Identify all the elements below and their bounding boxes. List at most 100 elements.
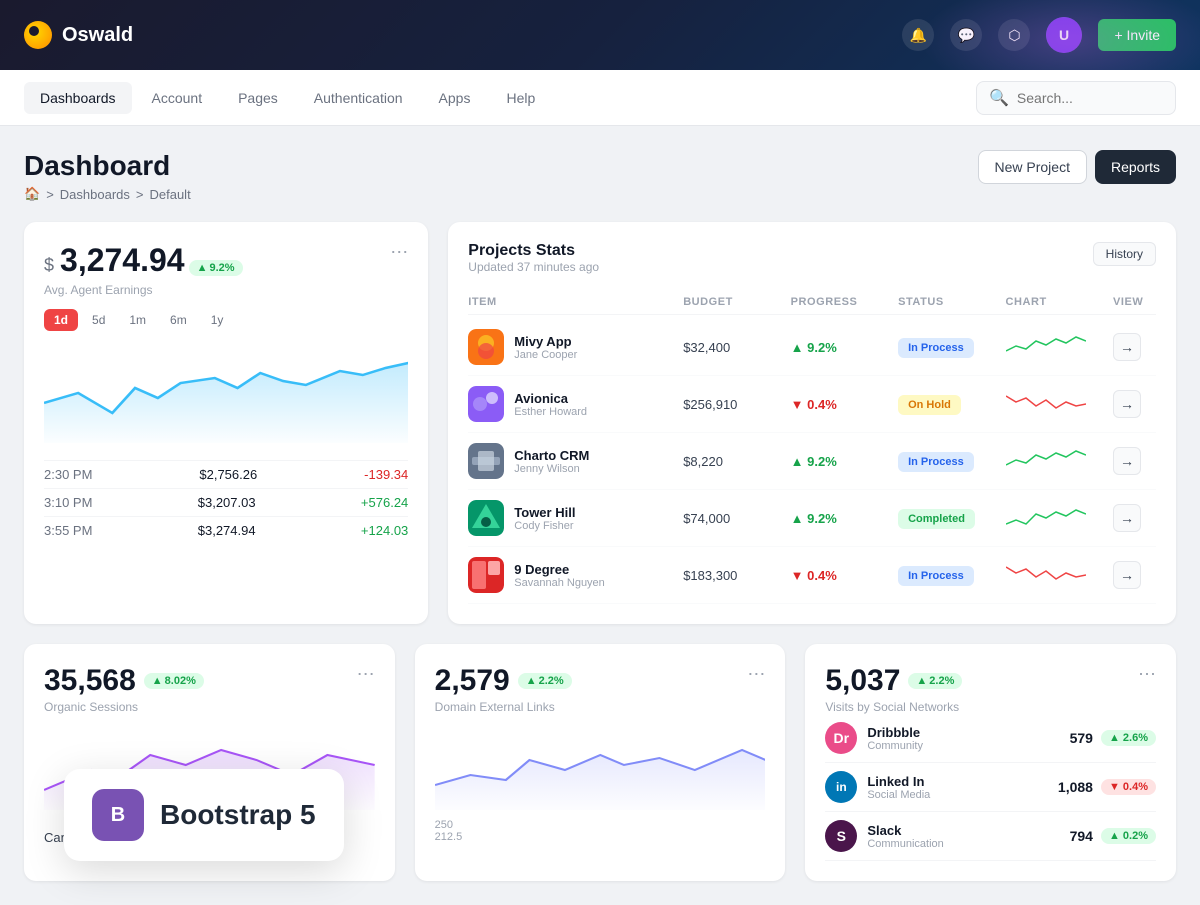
- project-name-avionica: Avionica Esther Howard: [514, 391, 587, 418]
- filter-5d[interactable]: 5d: [82, 309, 115, 331]
- budget-tower: $74,000: [683, 511, 790, 526]
- col-budget: BUDGET: [683, 296, 790, 308]
- earnings-info: $ 3,274.94 ▲ 9.2% Avg. Agent Earnings: [44, 242, 243, 297]
- earnings-row-1: 2:30 PM $2,756.26 -139.34: [44, 460, 408, 488]
- view-9degree-button[interactable]: →: [1113, 561, 1141, 589]
- domain-links-value: 2,579: [435, 664, 510, 698]
- project-name-mivy: Mivy App Jane Cooper: [514, 334, 577, 361]
- reports-button[interactable]: Reports: [1095, 150, 1176, 184]
- domain-links-info: 2,579 ▲ 2.2% Domain External Links: [435, 664, 572, 714]
- project-icon-tower: [468, 500, 504, 536]
- page-title: Dashboard: [24, 150, 191, 182]
- project-row-charto: Charto CRM Jenny Wilson $8,220 ▲ 9.2% In…: [468, 433, 1156, 490]
- amount-3: $3,274.94: [198, 523, 256, 538]
- project-icon-9degree: [468, 557, 504, 593]
- chart-9degree: [1006, 559, 1113, 592]
- social-networks-card: 5,037 ▲ 2.2% Visits by Social Networks ⋯…: [805, 644, 1176, 881]
- linkedin-type: Social Media: [867, 789, 930, 801]
- slack-type: Communication: [867, 838, 943, 850]
- change-1: -139.34: [364, 467, 408, 482]
- time-3: 3:55 PM: [44, 523, 92, 538]
- logo: Oswald: [24, 21, 133, 49]
- earnings-data-rows: 2:30 PM $2,756.26 -139.34 3:10 PM $3,207…: [44, 460, 408, 544]
- project-row-9degree: 9 Degree Savannah Nguyen $183,300 ▼ 0.4%…: [468, 547, 1156, 604]
- social-networks-info: 5,037 ▲ 2.2% Visits by Social Networks: [825, 664, 962, 714]
- view-charto-button[interactable]: →: [1113, 447, 1141, 475]
- projects-table-header: ITEM BUDGET PROGRESS STATUS CHART VIEW: [468, 290, 1156, 315]
- progress-9degree: ▼ 0.4%: [791, 568, 898, 583]
- dribbble-type: Community: [867, 740, 923, 752]
- social-networks-more[interactable]: ⋯: [1138, 664, 1156, 685]
- view-mivy-button[interactable]: →: [1113, 333, 1141, 361]
- project-name-tower: Tower Hill Cody Fisher: [514, 505, 575, 532]
- svg-text:U: U: [1059, 27, 1069, 43]
- chart-charto: [1006, 445, 1113, 478]
- share-icon[interactable]: ⬡: [998, 19, 1030, 51]
- nav-apps[interactable]: Apps: [423, 82, 487, 114]
- filter-1d[interactable]: 1d: [44, 309, 78, 331]
- organic-sessions-more[interactable]: ⋯: [357, 664, 375, 685]
- time-1: 2:30 PM: [44, 467, 92, 482]
- project-row-tower: Tower Hill Cody Fisher $74,000 ▲ 9.2% Co…: [468, 490, 1156, 547]
- search-area: 🔍: [976, 81, 1176, 115]
- history-button[interactable]: History: [1093, 242, 1156, 266]
- social-networks-label: Visits by Social Networks: [825, 700, 962, 714]
- project-info-charto: Charto CRM Jenny Wilson: [468, 443, 683, 479]
- filter-6m[interactable]: 6m: [160, 309, 197, 331]
- projects-title-section: Projects Stats Updated 37 minutes ago: [468, 242, 599, 274]
- domain-links-chart: [435, 730, 766, 815]
- project-info-tower: Tower Hill Cody Fisher: [468, 500, 683, 536]
- col-status: STATUS: [898, 296, 1005, 308]
- more-options-button[interactable]: ⋯: [390, 242, 408, 263]
- messages-icon[interactable]: 💬: [950, 19, 982, 51]
- search-input[interactable]: [1017, 90, 1163, 106]
- status-9degree: In Process: [898, 566, 1005, 584]
- view-tower-button[interactable]: →: [1113, 504, 1141, 532]
- top-bar: Oswald 🔔 💬 ⬡ U + Invite: [0, 0, 1200, 70]
- filter-1y[interactable]: 1y: [201, 309, 234, 331]
- domain-links-label: Domain External Links: [435, 700, 572, 714]
- social-left-dribbble: Dr Dribbble Community: [825, 722, 923, 754]
- earnings-chart: [44, 343, 408, 448]
- avatar[interactable]: U: [1046, 17, 1082, 53]
- social-row-linkedin: in Linked In Social Media 1,088 ▼ 0.4%: [825, 763, 1156, 812]
- organic-sessions-header: 35,568 ▲ 8.02% Organic Sessions ⋯: [44, 664, 375, 714]
- breadcrumb: 🏠 > Dashboards > Default: [24, 186, 191, 202]
- search-icon: 🔍: [989, 88, 1009, 108]
- slack-icon: S: [825, 820, 857, 852]
- earnings-badge: ▲ 9.2%: [189, 260, 243, 276]
- amount-1: $2,756.26: [199, 467, 257, 482]
- domain-links-more[interactable]: ⋯: [747, 664, 765, 685]
- project-name-charto: Charto CRM Jenny Wilson: [514, 448, 589, 475]
- projects-header: Projects Stats Updated 37 minutes ago Hi…: [468, 242, 1156, 274]
- linkedin-name: Linked In: [867, 774, 930, 789]
- bottom-section: 35,568 ▲ 8.02% Organic Sessions ⋯: [24, 644, 1176, 881]
- notifications-icon[interactable]: 🔔: [902, 19, 934, 51]
- main-grid: $ 3,274.94 ▲ 9.2% Avg. Agent Earnings ⋯ …: [24, 222, 1176, 624]
- slack-name: Slack: [867, 823, 943, 838]
- chart-avionica: [1006, 388, 1113, 421]
- social-networks-badge: ▲ 2.2%: [908, 673, 962, 689]
- logo-icon: [24, 21, 52, 49]
- dribbble-icon: Dr: [825, 722, 857, 754]
- budget-mivy: $32,400: [683, 340, 790, 355]
- dribbble-name: Dribbble: [867, 725, 923, 740]
- filter-1m[interactable]: 1m: [119, 309, 156, 331]
- invite-button[interactable]: + Invite: [1098, 19, 1176, 51]
- nav-help[interactable]: Help: [490, 82, 551, 114]
- new-project-button[interactable]: New Project: [978, 150, 1087, 184]
- nav-pages[interactable]: Pages: [222, 82, 294, 114]
- linkedin-count: 1,088: [1058, 779, 1093, 795]
- nav-authentication[interactable]: Authentication: [298, 82, 419, 114]
- top-bar-actions: 🔔 💬 ⬡ U + Invite: [902, 17, 1176, 53]
- view-avionica-button[interactable]: →: [1113, 390, 1141, 418]
- progress-avionica: ▼ 0.4%: [791, 397, 898, 412]
- logo-text: Oswald: [62, 24, 133, 47]
- budget-charto: $8,220: [683, 454, 790, 469]
- bootstrap-icon: B: [92, 789, 144, 841]
- nav-dashboards[interactable]: Dashboards: [24, 82, 132, 114]
- slack-count: 794: [1070, 828, 1093, 844]
- nav-account[interactable]: Account: [136, 82, 219, 114]
- earnings-row-3: 3:55 PM $3,274.94 +124.03: [44, 516, 408, 544]
- secondary-nav: Dashboards Account Pages Authentication …: [0, 70, 1200, 126]
